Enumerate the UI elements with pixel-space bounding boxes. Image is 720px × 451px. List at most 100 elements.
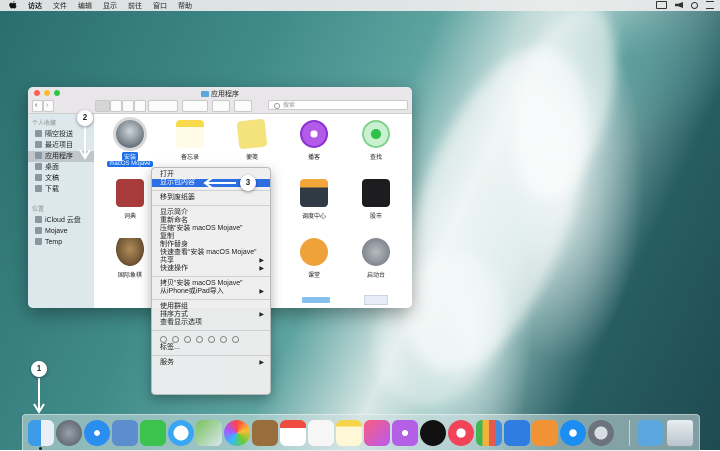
app-classroom[interactable]: 课堂 [288,238,340,279]
safari-icon[interactable] [84,420,110,446]
menu-item-sort-by[interactable]: 排序方式 ▶ [152,311,270,319]
apple-menu-icon[interactable] [8,1,18,10]
sidebar-item-airdrop[interactable]: 隔空投送 [28,129,94,140]
menu-window[interactable]: 窗口 [153,1,167,11]
app-install-macos-mojave[interactable]: 安装 macOS Mojave [104,120,156,167]
menu-go[interactable]: 前往 [128,1,142,11]
downloads-folder-icon[interactable] [637,420,663,446]
view-list-button[interactable] [110,100,122,112]
file-partial-icon [364,295,388,305]
menu-edit[interactable]: 编辑 [78,1,92,11]
app-stocks[interactable]: 股市 [350,179,402,220]
finder-icon[interactable] [28,420,54,446]
menu-item-make-alias[interactable]: 制作替身 [152,241,270,249]
launchpad-dock-icon[interactable] [56,420,82,446]
app-podcasts[interactable]: 播客 [288,120,340,161]
app-mission-control[interactable]: 调度中心 [288,179,340,220]
tag-circle-icon[interactable] [160,335,167,343]
facetime-icon[interactable] [140,420,166,446]
notes-dock-icon[interactable] [336,420,362,446]
system-preferences-icon[interactable] [588,420,614,446]
tag-circle-icon[interactable] [172,335,179,343]
app-chess[interactable]: 国际象棋 [104,238,156,279]
tag-circle-icon[interactable] [232,335,239,343]
tag-circle-icon[interactable] [220,335,227,343]
sidebar-item-downloads[interactable]: 下载 [28,184,94,195]
menu-finder[interactable]: 访达 [28,1,42,11]
menu-item-tags[interactable]: 标签... [152,344,270,352]
menu-item-rename[interactable]: 重新命名 [152,217,270,225]
share-button[interactable] [212,100,230,112]
sidebar-locations-header: 位置 [32,207,45,213]
menu-item-quick-look[interactable]: 快速查看“安装 macOS Mojave” [152,249,270,257]
back-button[interactable]: ‹ [32,100,43,112]
app-store-icon[interactable] [560,420,586,446]
maps-icon[interactable] [196,420,222,446]
control-menu-icon[interactable] [706,1,714,9]
app-notes[interactable]: 备忘录 [164,120,216,161]
submenu-arrow-icon: ▶ [259,258,264,264]
menu-file[interactable]: 文件 [53,1,67,11]
search-input[interactable]: 搜索 [268,100,408,110]
podcasts-dock-icon[interactable] [392,420,418,446]
menu-item-import-from-iphone[interactable]: 从iPhone或iPad导入 ▶ [152,288,270,296]
submenu-arrow-icon: ▶ [259,289,264,295]
menu-item-share[interactable]: 共享 ▶ [152,257,270,265]
tag-circle-icon[interactable] [196,335,203,343]
sidebar-item-documents[interactable]: 文稿 [28,173,94,184]
cloud-icon [35,216,42,223]
tag-circle-icon[interactable] [208,335,215,343]
apple-tv-icon[interactable] [420,420,446,446]
menu-item-copy[interactable]: 拷贝“安装 macOS Mojave” [152,280,270,288]
app-dictionary[interactable]: 词典 [104,179,156,220]
search-icon[interactable] [691,1,698,9]
messages-icon[interactable] [168,420,194,446]
contacts-icon[interactable] [252,420,278,446]
menu-item-use-groups[interactable]: 使用群组 [152,303,270,311]
app-launchpad[interactable]: 启动台 [350,238,402,279]
forward-button[interactable]: › [43,100,54,112]
submenu-arrow-icon: ▶ [259,266,264,272]
menu-item-quick-actions[interactable]: 快速操作 ▶ [152,265,270,273]
trash-icon[interactable] [667,420,693,446]
news-icon[interactable] [448,420,474,446]
tag-circle-icon[interactable] [184,335,191,343]
menu-help[interactable]: 帮助 [178,1,192,11]
menu-item-get-info[interactable]: 显示简介 [152,209,270,217]
reminders-icon[interactable] [308,420,334,446]
view-gallery-button[interactable] [134,100,146,112]
view-column-button[interactable] [122,100,134,112]
sidebar-item-temp[interactable]: Temp [28,237,94,248]
music-icon[interactable] [364,420,390,446]
menu-view[interactable]: 显示 [103,1,117,11]
sidebar-item-mojave[interactable]: Mojave [28,226,94,237]
menu-item-show-view-options[interactable]: 查看显示选项 [152,319,270,327]
sidebar-item-desktop[interactable]: 桌面 [28,162,94,173]
app-findmy[interactable]: 查找 [350,120,402,161]
menu-item-move-to-trash[interactable]: 移到废纸篓 [152,194,270,202]
menu-item-services[interactable]: 服务 ▶ [152,359,270,367]
notes-icon [176,120,204,148]
action-gear-button[interactable] [182,100,208,112]
folder-partial-icon [302,297,330,303]
keynote-icon[interactable] [504,420,530,446]
photo-booth-icon[interactable] [112,420,138,446]
numbers-icon[interactable] [476,420,502,446]
stocks-icon [362,179,390,207]
airplay-icon[interactable] [656,1,667,9]
view-icon-button[interactable] [95,100,110,112]
pages-icon[interactable] [532,420,558,446]
app-stickies[interactable]: 便笺 [226,118,278,161]
photos-icon[interactable] [224,420,250,446]
tag-color-picker[interactable] [152,334,270,344]
sidebar-item-icloud[interactable]: iCloud 云盘 [28,215,94,226]
sidebar-item-applications[interactable]: 应用程序 [28,151,94,162]
sidebar-item-recents[interactable]: 最近项目 [28,140,94,151]
group-button[interactable] [148,100,178,112]
volume-icon[interactable] [675,2,683,8]
menu-item-compress[interactable]: 压缩“安装 macOS Mojave” [152,225,270,233]
step-badge-2: 2 [77,110,93,126]
tag-button[interactable] [234,100,252,112]
calendar-icon[interactable] [280,420,306,446]
menu-item-duplicate[interactable]: 复制 [152,233,270,241]
